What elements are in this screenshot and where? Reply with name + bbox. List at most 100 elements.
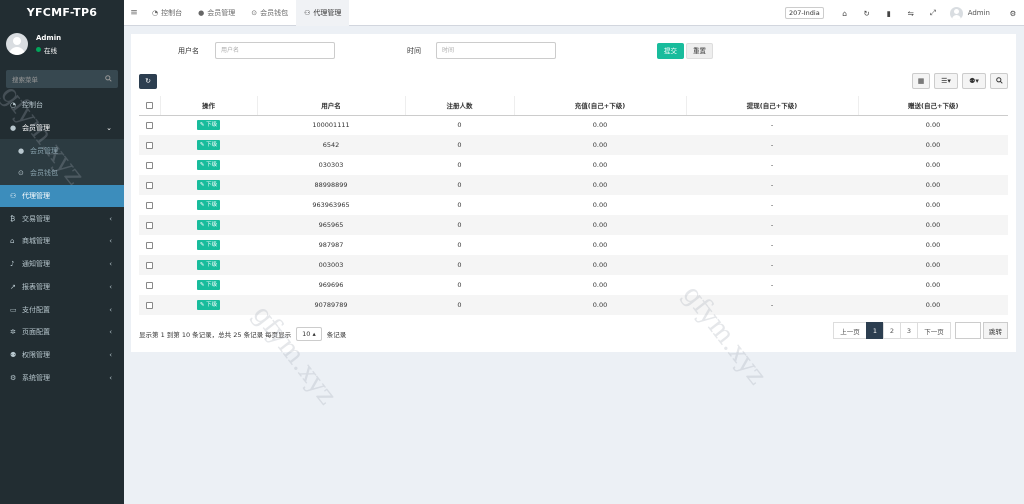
menu-toggle-icon[interactable]: ≡ xyxy=(124,8,144,18)
recharge-cell: 0.00 xyxy=(592,161,608,169)
sidebar-item-members[interactable]: ● 会员管理 ⌄ xyxy=(0,117,124,140)
chevron-left-icon: ‹ xyxy=(109,373,112,382)
pencil-icon: ✎ xyxy=(199,182,205,188)
toggle-view-button[interactable]: ▦ xyxy=(912,73,930,89)
avatar xyxy=(6,33,28,55)
column-header[interactable]: 操作 xyxy=(160,96,258,116)
column-header[interactable]: 充值(自己+下级) xyxy=(514,96,687,116)
sidebar-item-page[interactable]: ✲ 页面配置 ‹ xyxy=(0,321,124,344)
withdraw-cell: - xyxy=(770,121,774,130)
pagination: 上一页 1 2 3 下一页 跳转 xyxy=(833,322,1008,339)
row-checkbox[interactable] xyxy=(139,215,160,235)
settings-icon[interactable]: ⚙ xyxy=(1002,9,1024,18)
filter-form: 用户名 用户名 时间 时间 提交 重置 xyxy=(131,42,1016,60)
page-button[interactable]: 1 xyxy=(866,322,884,339)
withdraw-cell: - xyxy=(770,201,774,209)
column-header[interactable]: 注册人数 xyxy=(405,96,515,116)
sidebar-item-permission[interactable]: ⚉ 权限管理 ‹ xyxy=(0,344,124,367)
subordinate-button[interactable]: ✎ 下级 xyxy=(196,280,221,290)
tab-agents[interactable]: ⚇ 代理管理 xyxy=(296,0,350,26)
export-dropdown[interactable]: ⚉▾ xyxy=(962,73,986,89)
row-checkbox[interactable] xyxy=(139,175,160,195)
select-all-checkbox[interactable] xyxy=(139,96,161,116)
sidebar-item-agents[interactable]: ⚇ 代理管理 xyxy=(0,184,124,208)
sidebar-item-report[interactable]: ↗ 报表管理 ‹ xyxy=(0,276,124,299)
row-checkbox[interactable] xyxy=(139,295,160,315)
withdraw-cell: - xyxy=(686,295,858,315)
pencil-icon: ✎ xyxy=(199,222,205,228)
home-icon[interactable]: ⌂ xyxy=(834,9,856,18)
tab-dashboard[interactable]: ◔ 控制台 xyxy=(144,0,190,26)
username-input[interactable]: 用户名 xyxy=(215,42,335,59)
sidebar-search-input[interactable]: 搜索菜单 xyxy=(6,70,118,88)
chart-icon: ↗ xyxy=(10,282,16,291)
subordinate-button[interactable]: ✎ 下级 xyxy=(196,220,221,230)
pencil-icon: ✎ xyxy=(199,142,205,148)
page-button[interactable]: 2 xyxy=(883,322,901,339)
sidebar-menu: ◔ 控制台 ● 会员管理 ⌄ ● 会员管理 ⊙ 会员钱包 ⚇ 代理管理 ₿ 交易管理 ‹ ⌂ 商城… xyxy=(0,94,124,389)
user-icon: ● xyxy=(18,146,25,155)
user-status: 在线 xyxy=(36,45,61,55)
sidebar-item-dashboard[interactable]: ◔ 控制台 xyxy=(0,94,124,117)
row-checkbox[interactable] xyxy=(139,135,160,155)
row-checkbox[interactable] xyxy=(139,155,160,175)
username-cell: 003003 xyxy=(257,255,405,275)
column-header[interactable]: 用户名 xyxy=(257,96,406,116)
refresh-icon[interactable]: ↻ xyxy=(856,9,878,18)
reset-button[interactable]: 重置 xyxy=(686,43,713,59)
column-header[interactable]: 提现(自己+下级) xyxy=(686,96,859,116)
subordinate-button[interactable]: ✎ 下级 xyxy=(196,180,221,190)
pencil-icon: ✎ xyxy=(199,302,205,308)
tab-wallet[interactable]: ⊙ 会员钱包 xyxy=(243,0,296,26)
caret-up-icon: ▴ xyxy=(312,330,316,338)
app-logo[interactable]: YFCMF-TP6 xyxy=(0,0,124,26)
page-button[interactable]: 3 xyxy=(900,322,918,339)
subordinate-button[interactable]: ✎ 下级 xyxy=(196,200,221,210)
time-input[interactable]: 时间 xyxy=(436,42,556,59)
gift-cell: 0.00 xyxy=(858,295,1008,315)
subordinate-button[interactable]: ✎ 下级 xyxy=(196,240,221,250)
search-button[interactable] xyxy=(990,73,1008,89)
jump-button[interactable]: 跳转 xyxy=(983,322,1008,339)
row-checkbox[interactable] xyxy=(139,115,160,135)
row-checkbox[interactable] xyxy=(139,235,160,255)
next-page-button[interactable]: 下一页 xyxy=(917,322,951,339)
sidebar-item-notice[interactable]: ♪ 通知管理 ‹ xyxy=(0,253,124,276)
column-header[interactable]: 赠送(自己+下级) xyxy=(858,96,1008,116)
sidebar-subitem-members[interactable]: ● 会员管理 xyxy=(0,139,124,162)
avatar[interactable] xyxy=(949,6,963,20)
subordinate-button[interactable]: ✎ 下级 xyxy=(196,300,221,310)
subordinate-button[interactable]: ✎ 下级 xyxy=(196,260,221,270)
trash-icon[interactable]: ▮ xyxy=(878,9,900,18)
table-row: ✎ 下级 100001111 0 0.00 - 0.00 xyxy=(139,115,1008,135)
sidebar-item-trade[interactable]: ₿ 交易管理 ‹ xyxy=(0,207,124,230)
pencil-icon: ✎ xyxy=(199,262,205,268)
prev-page-button[interactable]: 上一页 xyxy=(833,322,867,339)
row-checkbox[interactable] xyxy=(139,195,160,215)
sidebar-item-payment[interactable]: ▭ 支付配置 ‹ xyxy=(0,298,124,321)
tab-members[interactable]: ● 会员管理 xyxy=(190,0,243,26)
page-size-select[interactable]: 10 ▴ xyxy=(296,327,322,341)
recharge-cell: 0.00 xyxy=(592,201,608,209)
row-checkbox[interactable] xyxy=(139,275,160,295)
sidebar-subitem-wallet[interactable]: ⊙ 会员钱包 xyxy=(0,162,124,185)
user-export-icon: ⚉▾ xyxy=(969,77,979,85)
subordinate-button[interactable]: ✎ 下级 xyxy=(196,120,221,131)
sidebar-item-system[interactable]: ⚙ 系统管理 ‹ xyxy=(0,366,124,389)
page-jump-input[interactable] xyxy=(955,322,981,339)
row-checkbox[interactable] xyxy=(139,255,160,275)
translate-icon[interactable]: ⇋ xyxy=(900,9,922,18)
search-icon[interactable] xyxy=(105,74,112,84)
sidebar-item-shop[interactable]: ⌂ 商城管理 ‹ xyxy=(0,230,124,253)
subordinate-button[interactable]: ✎ 下级 xyxy=(196,140,221,150)
fullscreen-icon[interactable]: ⤢ xyxy=(922,8,944,18)
columns-dropdown[interactable]: ☰▾ xyxy=(934,73,958,89)
language-select[interactable]: 207-India xyxy=(784,7,824,19)
submit-button[interactable]: 提交 xyxy=(657,43,684,59)
username-cell: 987987 xyxy=(318,241,344,249)
subordinate-button[interactable]: ✎ 下级 xyxy=(196,160,221,170)
table-row: ✎ 下级 969696 0 0.00 - 0.00 xyxy=(139,275,1008,295)
refresh-button[interactable]: ↻ xyxy=(139,74,157,89)
admin-name[interactable]: Admin xyxy=(968,9,990,17)
registered-count-cell: 0 xyxy=(457,201,462,209)
